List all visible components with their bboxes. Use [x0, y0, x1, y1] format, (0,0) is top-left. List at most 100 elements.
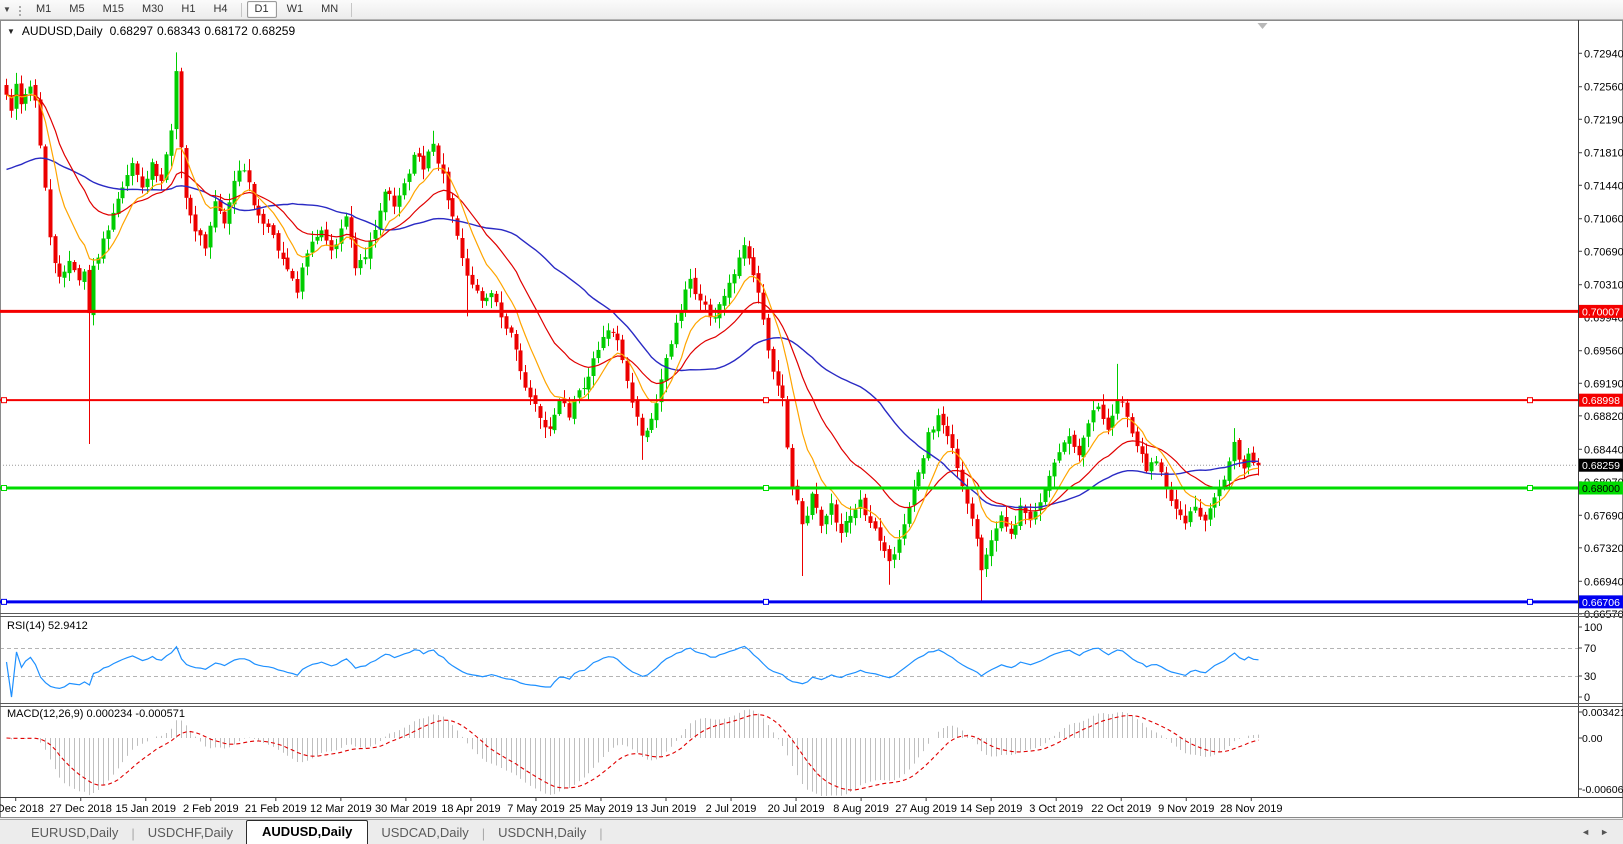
candle-body	[568, 403, 572, 417]
hline-handle[interactable]	[764, 599, 769, 604]
candle-body	[393, 196, 397, 207]
candle-body	[481, 291, 485, 301]
candle-body	[63, 272, 67, 278]
candle-body	[1155, 461, 1159, 463]
date-axis-label: 21 Feb 2019	[245, 803, 307, 815]
candle-body	[262, 214, 266, 224]
candle-body	[10, 97, 14, 111]
scroll-left-icon[interactable]: ◄	[1581, 827, 1600, 837]
candle-body	[811, 494, 815, 515]
candle-body	[180, 71, 184, 147]
candle-body	[73, 262, 77, 270]
candle-body	[83, 272, 87, 282]
candle-body	[942, 414, 946, 425]
hline-handle[interactable]	[2, 398, 7, 403]
candle-body	[845, 521, 849, 533]
candle-body	[316, 237, 320, 241]
candle-body	[748, 246, 752, 258]
candle-body	[345, 216, 349, 226]
candle-body	[733, 274, 737, 283]
candle-body	[971, 504, 975, 519]
timeframe-button-m1[interactable]: M1	[28, 1, 59, 18]
price-axis-label: 0.71810	[1584, 148, 1623, 160]
scroll-right-icon[interactable]: ►	[1600, 827, 1619, 837]
candle-body	[1184, 516, 1188, 524]
candle-body	[223, 212, 227, 224]
candle-body	[641, 418, 645, 436]
tabbar-scroll-arrows: ◄►	[1581, 827, 1619, 837]
candle-body	[932, 429, 936, 432]
candle-body	[117, 199, 121, 214]
candle-body	[379, 211, 383, 230]
symbol-period-label: AUDUSD,Daily	[22, 24, 103, 38]
candle-body	[854, 510, 858, 519]
hline-handle[interactable]	[1528, 486, 1533, 491]
chart-tab-eurusd[interactable]: EURUSD,Daily	[18, 823, 131, 844]
hline-price-tag: 0.66706	[1579, 595, 1623, 609]
symbol-dropdown-icon[interactable]: ▼	[7, 27, 15, 36]
candle-body	[738, 258, 742, 277]
candle-body	[544, 420, 548, 427]
timeframe-button-w1[interactable]: W1	[279, 1, 312, 18]
chart-tab-audusd[interactable]: AUDUSD,Daily	[246, 820, 368, 844]
date-axis-label: 18 Apr 2019	[441, 803, 500, 815]
candle-body	[684, 289, 688, 311]
candle-body	[49, 189, 53, 237]
candle-body	[272, 225, 276, 235]
candle-body	[199, 230, 203, 235]
candle-body	[937, 415, 941, 431]
candle-body	[408, 174, 412, 182]
candle-body	[835, 504, 839, 522]
hline-handle[interactable]	[764, 486, 769, 491]
candle-body	[146, 179, 150, 187]
candle-body	[1136, 432, 1140, 447]
rsi-axis-label: 70	[1584, 643, 1596, 655]
price-axis-label: 0.67690	[1584, 510, 1623, 522]
timeframe-button-m15[interactable]: M15	[95, 1, 132, 18]
timeframe-button-m5[interactable]: M5	[61, 1, 92, 18]
macd-axis-label: 0.003421	[1582, 707, 1623, 719]
candle-body	[1087, 423, 1091, 436]
date-axis-label: 25 May 2019	[569, 803, 633, 815]
chart-tab-usdcnh[interactable]: USDCNH,Daily	[485, 823, 599, 844]
hline-handle[interactable]	[1528, 398, 1533, 403]
timeframe-button-d1[interactable]: D1	[247, 1, 277, 18]
timeframe-button-mn[interactable]: MN	[313, 1, 346, 18]
hline-handle[interactable]	[1528, 599, 1533, 604]
candle-body	[88, 270, 92, 313]
chart-tab-usdchf[interactable]: USDCHF,Daily	[135, 823, 246, 844]
toolbar-grip[interactable]	[17, 4, 22, 16]
candle-body	[1141, 446, 1145, 454]
candle-body	[772, 349, 776, 372]
candle-body	[1247, 454, 1251, 468]
chart-menu-dropdown-icon[interactable]: ▼	[0, 5, 14, 14]
candle-body	[155, 164, 159, 176]
candle-body	[815, 494, 819, 508]
hline-handle[interactable]	[2, 599, 7, 604]
candle-body	[1019, 506, 1023, 526]
candle-body	[956, 449, 960, 468]
candle-body	[539, 406, 543, 418]
candle-body	[160, 174, 164, 180]
date-axis-label: 27 Dec 2018	[50, 803, 112, 815]
timeframe-button-h1[interactable]: H1	[173, 1, 203, 18]
candle-body	[20, 83, 24, 104]
price-tag-text: 0.70007	[1582, 306, 1620, 318]
candle-body	[820, 510, 824, 526]
chart-tab-usdcad[interactable]: USDCAD,Daily	[368, 823, 481, 844]
ohlc-close: 0.68259	[252, 24, 295, 38]
candle-body	[549, 426, 553, 428]
candle-body	[44, 146, 48, 187]
timeframe-button-m30[interactable]: M30	[134, 1, 171, 18]
candle-body	[471, 275, 475, 285]
candle-body	[883, 542, 887, 551]
hline-handle[interactable]	[2, 486, 7, 491]
candle-body	[1179, 509, 1183, 515]
candle-body	[1111, 416, 1115, 428]
date-axis-label: 8 Dec 2018	[0, 803, 44, 815]
chart-canvas[interactable]: 0.729400.725600.721900.718100.714400.710…	[0, 0, 1623, 843]
candle-body	[437, 145, 441, 163]
candle-body	[301, 267, 305, 291]
hline-handle[interactable]	[764, 398, 769, 403]
timeframe-button-h4[interactable]: H4	[205, 1, 235, 18]
